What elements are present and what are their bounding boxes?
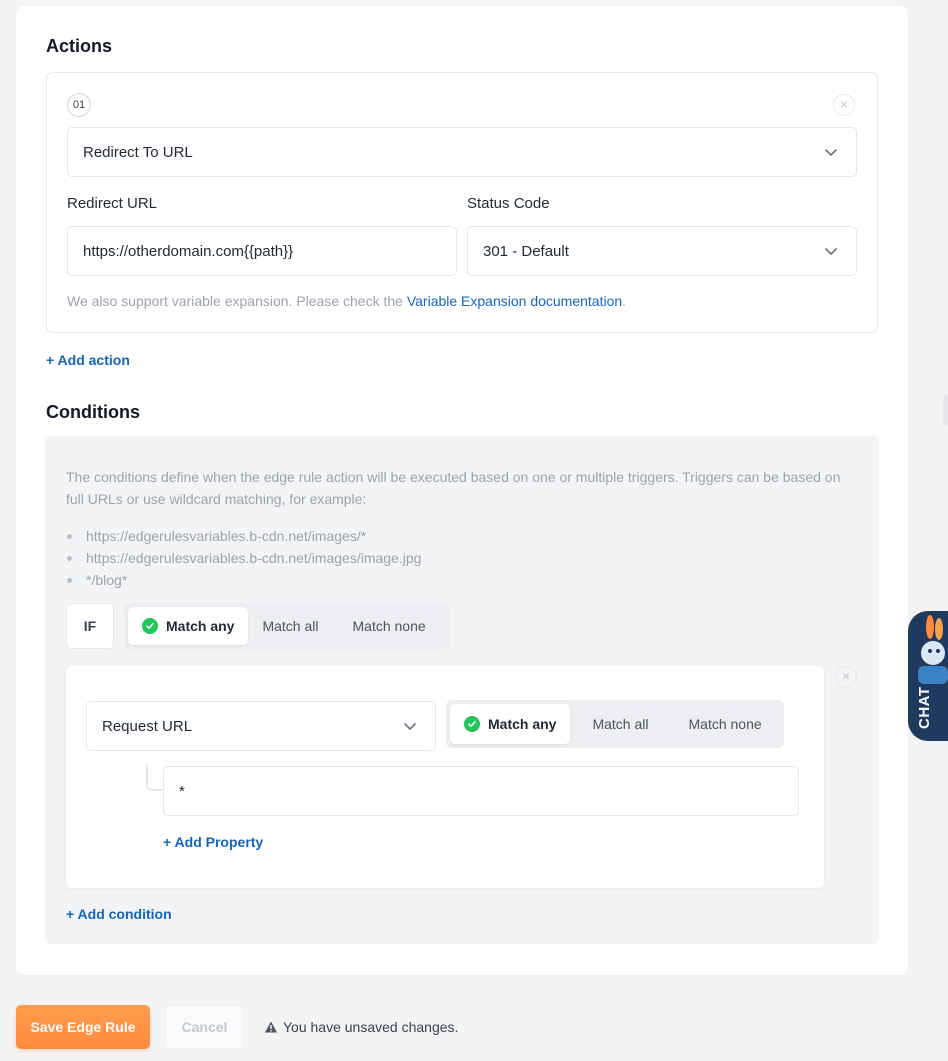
footer-actions: Save Edge Rule Cancel You have unsaved c… [16,1005,458,1049]
action-number-badge: 01 [67,93,91,117]
warning-icon [265,1021,277,1033]
add-condition-link[interactable]: + Add condition [66,906,172,922]
check-circle-icon [464,716,480,732]
condition-match-none-option[interactable]: Match none [671,704,780,744]
chevron-down-icon [404,723,416,730]
status-code-label: Status Code [467,195,550,212]
action-type-value: Redirect To URL [83,143,193,161]
conditions-description: The conditions define when the edge rule… [66,469,841,507]
status-code-value: 301 - Default [483,242,569,260]
add-property-link[interactable]: + Add Property [163,834,263,850]
action-type-select[interactable]: Redirect To URL [67,127,857,177]
remove-condition-button[interactable]: × [835,666,857,688]
conditions-panel: The conditions define when the edge rule… [45,436,879,944]
condition-match-all-option[interactable]: Match all [570,704,670,744]
redirect-url-label: Redirect URL [67,195,158,212]
conditions-heading: Conditions [46,402,140,422]
remove-action-button[interactable]: × [833,94,855,116]
list-item: */blog* [66,569,421,591]
check-circle-icon [142,618,158,634]
chevron-down-icon [825,149,837,156]
save-edge-rule-button[interactable]: Save Edge Rule [16,1005,150,1049]
match-none-option[interactable]: Match none [333,607,446,645]
condition-type-value: Request URL [102,717,193,735]
condition-examples: https://edgerulesvariables.b-cdn.net/ima… [66,525,421,591]
status-code-select[interactable]: 301 - Default [467,226,857,276]
variable-help-text: We also support variable expansion. Plea… [67,293,627,309]
unsaved-changes-notice: You have unsaved changes. [264,1019,458,1035]
match-all-option[interactable]: Match all [248,607,332,645]
condition-match-toggle: Match any Match all Match none [446,700,784,748]
list-item: https://edgerulesvariables.b-cdn.net/ima… [66,525,421,547]
property-value: * [179,782,185,800]
actions-heading: Actions [46,36,113,56]
bunny-mascot-icon [918,615,948,684]
tree-connector [146,765,162,791]
edge-rule-card: Actions 01 × Redirect To URL Redirect UR… [16,6,908,975]
condition-type-select[interactable]: Request URL [86,701,436,751]
property-value-input[interactable]: * [163,766,799,816]
match-any-option[interactable]: Match any [128,607,249,645]
chat-label: CHAT [916,686,933,729]
redirect-url-value: https://otherdomain.com{{path}} [83,242,294,260]
match-mode-toggle: Match any Match all Match none [124,603,450,649]
add-action-link[interactable]: + Add action [46,352,130,368]
cancel-button[interactable]: Cancel [165,1005,244,1049]
chat-widget-button[interactable]: CHAT [908,611,948,741]
redirect-url-input[interactable]: https://otherdomain.com{{path}} [67,226,457,276]
chevron-down-icon [825,248,837,255]
side-scroll-indicator [943,395,948,425]
if-label: IF [66,603,114,649]
condition-item: Request URL Match any Match all Match no… [66,666,824,888]
list-item: https://edgerulesvariables.b-cdn.net/ima… [66,547,421,569]
action-item: 01 × Redirect To URL Redirect URL Status… [46,72,878,333]
variable-expansion-link[interactable]: Variable Expansion documentation [407,293,622,309]
condition-match-any-option[interactable]: Match any [450,704,571,744]
